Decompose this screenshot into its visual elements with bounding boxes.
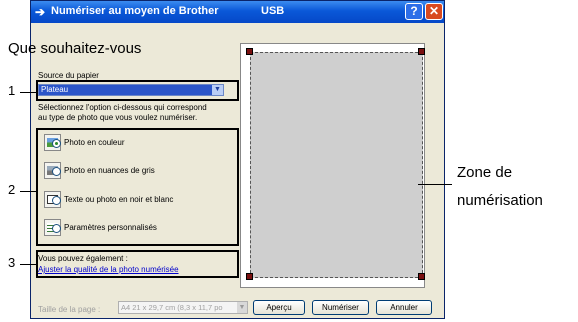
window-title: Numériser au moyen de Brother [51,5,219,17]
callout-number-3: 3 [8,255,16,270]
callout-number-1: 1 [8,83,16,98]
close-button[interactable]: ✕ [425,3,443,20]
chevron-down-icon[interactable]: ▼ [237,302,247,313]
callout-box-2 [36,128,239,246]
page-size-value: A4 21 x 29,7 cm (8,3 x 11,7 po [121,303,223,312]
scan-area-handle-top-right[interactable] [418,48,425,55]
scan-area-handle-top-left[interactable] [246,48,253,55]
callout-line-3 [20,264,36,265]
help-button[interactable]: ? [405,3,423,20]
callout-box-1 [36,80,239,101]
scanner-arrow-icon: ➔ [35,5,46,19]
title-bar[interactable]: ➔ Numériser au moyen de Brother USB ? ✕ [31,1,444,23]
scan-area-handle-bottom-left[interactable] [246,273,253,280]
cancel-button[interactable]: Annuler [376,300,432,315]
connection-label: USB [261,5,285,17]
zone-label-line-1: Zone de [457,164,513,181]
page-size-select[interactable]: A4 21 x 29,7 cm (8,3 x 11,7 po ▼ [118,301,248,314]
zone-label-line-2: numérisation [457,192,543,209]
callout-line-2 [20,191,36,192]
dialog-heading: Que souhaitez-vous [8,40,142,57]
instructions-line-2: au type de photo que vous voulez numéris… [38,113,198,122]
scan-button[interactable]: Numériser [312,300,369,315]
scan-area[interactable] [250,52,423,278]
page-size-label: Taille de la page : [38,305,101,314]
callout-number-2: 2 [8,182,16,197]
preview-button[interactable]: Aperçu [253,300,305,315]
callout-box-3 [36,250,239,278]
callout-line-zone [418,184,452,185]
scan-area-handle-bottom-right[interactable] [418,273,425,280]
instructions-line-1: Sélectionnez l'option ci-dessous qui cor… [38,103,207,112]
callout-line-1 [20,92,36,93]
